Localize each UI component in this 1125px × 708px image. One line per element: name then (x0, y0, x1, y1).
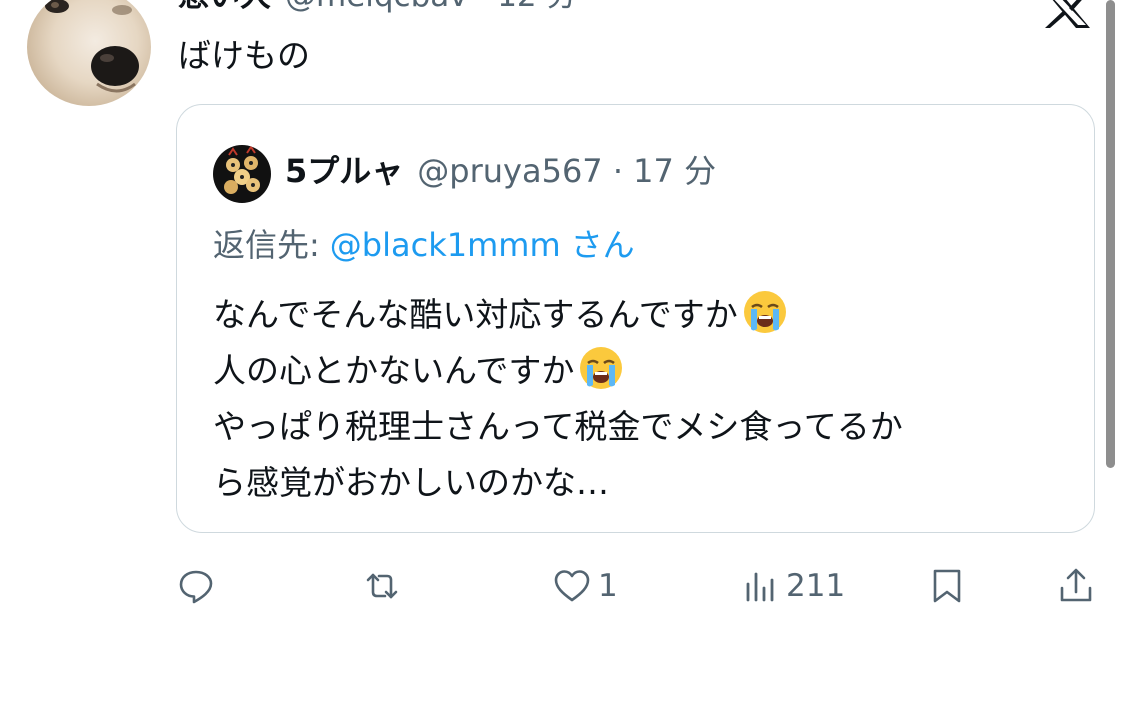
loudly-crying-face-icon (578, 345, 624, 391)
quoted-line-1-text: なんでそんな酷い対応するんですか (213, 295, 738, 334)
share-button[interactable] (1056, 562, 1096, 610)
retweet-button[interactable] (362, 562, 408, 610)
quoted-tweet[interactable]: 5プルャ @pruya567 · 17 分 返信先: @black1mmm さん なん… (176, 104, 1095, 533)
retweet-icon (362, 566, 402, 606)
tweet-time[interactable]: · 12 分 (477, 0, 577, 14)
action-bar: 1 211 (0, 562, 1125, 610)
reply-icon (176, 566, 216, 606)
quoted-author-name[interactable]: 5プルャ (285, 152, 403, 190)
quoted-line-2: 人の心とかないんですか (213, 343, 903, 399)
quoted-author-avatar[interactable] (213, 145, 271, 203)
tweet-screen: 悪い大 @meiqcbav · 12 分 ばけもの (0, 0, 1125, 708)
scrollbar[interactable] (1106, 0, 1115, 468)
author-name[interactable]: 悪い大 (178, 0, 271, 14)
bar-chart-icon (740, 566, 780, 606)
author-avatar[interactable] (27, 0, 151, 106)
quoted-line-1: なんでそんな酷い対応するんですか (213, 287, 903, 343)
like-count: 1 (598, 568, 618, 604)
x-logo-icon[interactable] (1040, 0, 1096, 30)
quoted-line-3: やっぱり税理士さんって税金でメシ食ってるか (213, 407, 903, 446)
bookmark-button[interactable] (927, 562, 967, 610)
views-count: 211 (786, 568, 846, 604)
reply-to-line: 返信先: @black1mmm さん (213, 223, 635, 267)
share-icon (1056, 566, 1096, 606)
quoted-text: なんでそんな酷い対応するんですか 人の心とかないんですか やっぱり税理士さんって… (213, 287, 903, 511)
author-handle[interactable]: @meiqcbav (285, 0, 468, 14)
views-button[interactable]: 211 (740, 562, 845, 610)
tweet-text: ばけもの (178, 36, 310, 75)
reply-button[interactable] (176, 562, 222, 610)
quoted-author-handle[interactable]: @pruya567 (417, 152, 602, 190)
loudly-crying-face-icon (742, 289, 788, 335)
reply-suffix[interactable]: さん (571, 226, 635, 264)
reply-mention-link[interactable]: @black1mmm (330, 226, 561, 264)
reply-prefix: 返信先: (213, 226, 320, 264)
like-button[interactable]: 1 (552, 562, 618, 610)
quoted-line-2-text: 人の心とかないんですか (213, 351, 575, 390)
quoted-line-4: ら感覚がおかしいのかな… (213, 463, 609, 502)
quoted-time[interactable]: · 17 分 (613, 152, 716, 190)
tweet-header: 悪い大 @meiqcbav · 12 分 (178, 0, 578, 16)
quoted-header: 5プルャ @pruya567 · 17 分 (285, 149, 716, 193)
bookmark-icon (927, 566, 967, 606)
heart-icon (552, 566, 592, 606)
